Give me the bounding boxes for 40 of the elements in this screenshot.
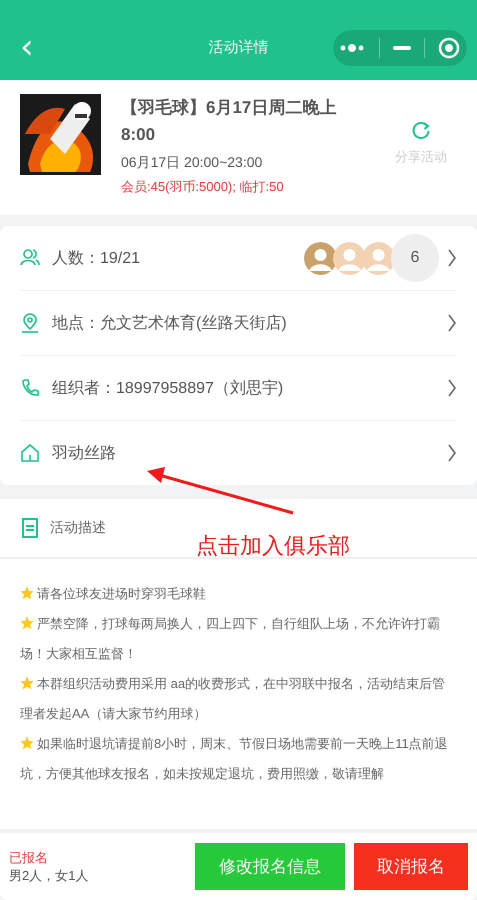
edit-button[interactable]: 修改报名信息 [195,843,345,890]
chevron-icon[interactable] [447,378,457,398]
info-label: 羽动丝路 [52,444,116,464]
star-icon [20,736,34,750]
annotation-text: 点击加入俱乐部 [196,532,350,560]
star-icon [20,616,34,630]
avatar [362,242,395,274]
description-text: 严禁空降，打球每两局换人，四上四下，自行组队上场，不允许许打霸场！大家相互监督！ [20,615,441,663]
avatar [304,242,337,274]
description-text: 请各位球友进场时穿羽毛球鞋 [20,579,457,609]
description-text: 如果临时退坑请提前8小时，周末、节假日场地需要前一天晚上11点前退坑，方便其他球友报名，如未按规定退坑，费用照缴，敬请理解 [20,735,449,783]
minimize-icon[interactable] [392,46,411,50]
event-price: 会员:45(羽币:5000); 临打:50 [121,178,285,196]
info-label: 组织者：18997958897（刘思宇) [52,378,284,398]
cancel-button[interactable]: 取消报名 [354,843,468,890]
event-time: 06月17日 20:00~23:00 [121,154,264,172]
signup-counts: 男2人，女1人 [9,866,88,884]
member-count: 6 [391,234,439,282]
home-icon [20,443,40,463]
star-icon [20,586,34,600]
people-icon [20,248,40,268]
avatar [333,242,366,274]
chevron-icon[interactable] [447,443,457,463]
description-text: 本群组织活动费用采用 aa的收费形式，在中羽联中报名，活动结束后管理者发起AA（请大家节约用球） [20,675,446,723]
section-title: 活动描述 [50,519,106,537]
more-icon[interactable] [340,43,366,53]
chevron-icon[interactable] [447,313,457,333]
signup-status: 已报名 [9,848,49,866]
refresh-icon [411,120,431,140]
info-label: 地点：允文艺术体育(丝路天街店) [52,313,287,334]
chevron-icon[interactable] [447,248,457,268]
page-title: 活动详情 [208,38,268,58]
event-title: 【羽毛球】6月17日周二晚上8:00 [121,97,338,146]
info-label: 人数：19/21 [52,248,140,268]
back-button[interactable]: ‹ [16,30,38,64]
star-icon [20,676,34,690]
document-icon [22,518,38,538]
close-icon[interactable] [438,37,460,59]
location-icon [20,313,40,333]
phone-icon [20,378,40,398]
